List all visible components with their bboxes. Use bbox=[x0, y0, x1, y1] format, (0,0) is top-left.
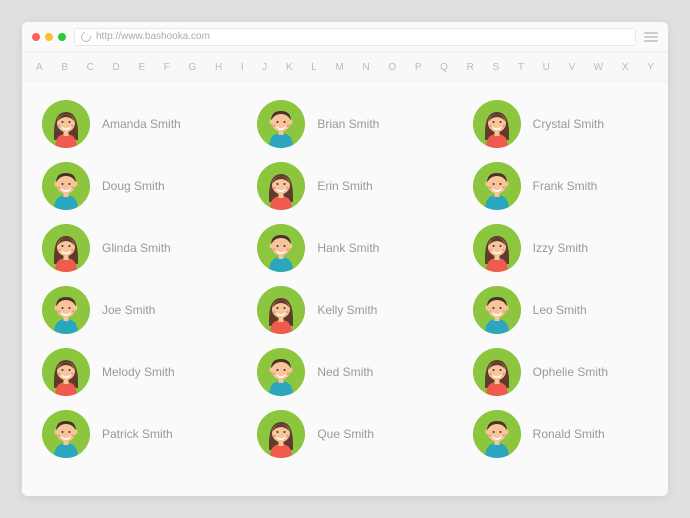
maximize-icon[interactable] bbox=[58, 33, 66, 41]
contact-item[interactable]: Patrick Smith bbox=[42, 410, 217, 458]
browser-toolbar: http://www.bashooka.com bbox=[22, 22, 668, 52]
alpha-letter[interactable]: L bbox=[311, 62, 317, 73]
contact-name: Que Smith bbox=[317, 427, 374, 441]
alpha-letter[interactable]: R bbox=[467, 62, 474, 73]
contact-name: Leo Smith bbox=[533, 303, 587, 317]
avatar bbox=[473, 410, 521, 458]
alpha-letter[interactable]: I bbox=[241, 62, 244, 73]
contact-name: Melody Smith bbox=[102, 365, 175, 379]
contact-item[interactable]: Brian Smith bbox=[257, 100, 432, 148]
window-controls bbox=[32, 33, 66, 41]
avatar bbox=[42, 348, 90, 396]
alpha-letter[interactable]: J bbox=[262, 62, 267, 73]
avatar bbox=[257, 162, 305, 210]
contact-name: Hank Smith bbox=[317, 241, 379, 255]
contact-item[interactable]: Amanda Smith bbox=[42, 100, 217, 148]
contact-name: Kelly Smith bbox=[317, 303, 377, 317]
contact-item[interactable]: Melody Smith bbox=[42, 348, 217, 396]
alpha-letter[interactable]: D bbox=[113, 62, 120, 73]
alpha-letter[interactable]: O bbox=[388, 62, 396, 73]
alpha-letter[interactable]: T bbox=[518, 62, 524, 73]
contact-item[interactable]: Ned Smith bbox=[257, 348, 432, 396]
contact-name: Ophelie Smith bbox=[533, 365, 608, 379]
contact-item[interactable]: Kelly Smith bbox=[257, 286, 432, 334]
alpha-letter[interactable]: E bbox=[138, 62, 145, 73]
alpha-letter[interactable]: X bbox=[622, 62, 629, 73]
avatar bbox=[42, 224, 90, 272]
alpha-letter[interactable]: W bbox=[594, 62, 603, 73]
minimize-icon[interactable] bbox=[45, 33, 53, 41]
contact-item[interactable]: Crystal Smith bbox=[473, 100, 648, 148]
avatar bbox=[257, 224, 305, 272]
alphabet-index: A B C D E F G H I J K L M N O P Q R S T U V W X Y bbox=[22, 52, 668, 82]
contact-item[interactable]: Frank Smith bbox=[473, 162, 648, 210]
avatar bbox=[42, 286, 90, 334]
contact-item[interactable]: Leo Smith bbox=[473, 286, 648, 334]
contact-item[interactable]: Ophelie Smith bbox=[473, 348, 648, 396]
hamburger-menu-icon[interactable] bbox=[644, 32, 658, 42]
contact-name: Ronald Smith bbox=[533, 427, 605, 441]
alpha-letter[interactable]: P bbox=[415, 62, 422, 73]
avatar bbox=[473, 348, 521, 396]
url-text: http://www.bashooka.com bbox=[96, 31, 210, 42]
avatar bbox=[473, 100, 521, 148]
contact-item[interactable]: Joe Smith bbox=[42, 286, 217, 334]
avatar bbox=[42, 410, 90, 458]
url-bar[interactable]: http://www.bashooka.com bbox=[74, 28, 636, 46]
browser-window: http://www.bashooka.com A B C D E F G H I J K L M N O P… bbox=[22, 22, 668, 496]
contact-name: Izzy Smith bbox=[533, 241, 588, 255]
close-icon[interactable] bbox=[32, 33, 40, 41]
contact-name: Crystal Smith bbox=[533, 117, 604, 131]
contact-item[interactable]: Ronald Smith bbox=[473, 410, 648, 458]
avatar bbox=[473, 224, 521, 272]
contact-item[interactable]: Hank Smith bbox=[257, 224, 432, 272]
alpha-letter[interactable]: Q bbox=[440, 62, 448, 73]
contact-name: Patrick Smith bbox=[102, 427, 173, 441]
avatar bbox=[473, 162, 521, 210]
refresh-icon[interactable] bbox=[79, 30, 93, 44]
avatar bbox=[42, 100, 90, 148]
contact-name: Erin Smith bbox=[317, 179, 372, 193]
alpha-letter[interactable]: Y bbox=[647, 62, 654, 73]
alpha-letter[interactable]: F bbox=[164, 62, 170, 73]
alpha-letter[interactable]: M bbox=[336, 62, 344, 73]
alpha-letter[interactable]: V bbox=[568, 62, 575, 73]
avatar bbox=[257, 286, 305, 334]
contact-name: Ned Smith bbox=[317, 365, 373, 379]
contact-name: Joe Smith bbox=[102, 303, 155, 317]
contact-item[interactable]: Erin Smith bbox=[257, 162, 432, 210]
alpha-letter[interactable]: H bbox=[215, 62, 222, 73]
alpha-letter[interactable]: U bbox=[543, 62, 550, 73]
alpha-letter[interactable]: C bbox=[87, 62, 94, 73]
alpha-letter[interactable]: N bbox=[363, 62, 370, 73]
avatar bbox=[473, 286, 521, 334]
contact-name: Glinda Smith bbox=[102, 241, 171, 255]
contact-name: Amanda Smith bbox=[102, 117, 181, 131]
contact-name: Frank Smith bbox=[533, 179, 598, 193]
alpha-letter[interactable]: K bbox=[286, 62, 293, 73]
contact-item[interactable]: Glinda Smith bbox=[42, 224, 217, 272]
avatar bbox=[257, 348, 305, 396]
alpha-letter[interactable]: G bbox=[189, 62, 197, 73]
avatar bbox=[257, 100, 305, 148]
contact-item[interactable]: Que Smith bbox=[257, 410, 432, 458]
avatar bbox=[257, 410, 305, 458]
contact-item[interactable]: Doug Smith bbox=[42, 162, 217, 210]
contact-item[interactable]: Izzy Smith bbox=[473, 224, 648, 272]
alpha-letter[interactable]: A bbox=[36, 62, 43, 73]
contact-name: Doug Smith bbox=[102, 179, 165, 193]
alpha-letter[interactable]: B bbox=[61, 62, 68, 73]
contact-name: Brian Smith bbox=[317, 117, 379, 131]
alpha-letter[interactable]: S bbox=[492, 62, 499, 73]
avatar bbox=[42, 162, 90, 210]
contact-list: Amanda Smith Brian Smith Crysta bbox=[22, 82, 668, 496]
